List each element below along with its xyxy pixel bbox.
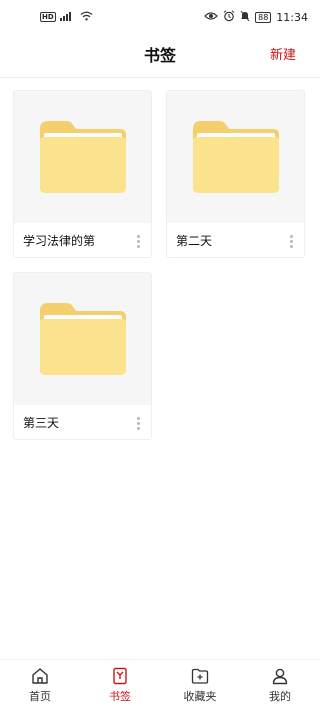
- battery-indicator: 88: [255, 11, 272, 23]
- folder-card[interactable]: 第三天: [13, 272, 152, 440]
- profile-icon: [271, 667, 289, 685]
- tab-label: 书签: [109, 690, 131, 703]
- more-options-icon[interactable]: [131, 231, 145, 251]
- folder-thumbnail: [167, 91, 304, 223]
- tab-bar: 首页 书签 收藏夹 我的: [0, 659, 320, 711]
- status-bar: HD 88 11:34: [0, 0, 320, 34]
- folder-icon: [192, 121, 279, 193]
- tab-profile[interactable]: 我的: [240, 660, 320, 711]
- alarm-icon: [223, 9, 235, 25]
- status-left: HD: [40, 11, 93, 24]
- home-icon: [31, 667, 49, 685]
- more-options-icon[interactable]: [284, 231, 298, 251]
- folder-icon: [39, 303, 126, 375]
- status-time: 11:34: [276, 10, 308, 24]
- header: 书签 新建: [0, 34, 320, 78]
- eye-icon: [204, 11, 218, 24]
- tab-label: 我的: [269, 690, 291, 703]
- folder-name: 学习法律的第: [23, 234, 96, 248]
- folder-card[interactable]: 第二天: [166, 90, 305, 258]
- tab-label: 收藏夹: [183, 690, 217, 703]
- tab-bookmarks[interactable]: 书签: [80, 660, 160, 711]
- status-right: 88 11:34: [204, 9, 308, 25]
- folder-thumbnail: [14, 91, 151, 223]
- folder-name: 第三天: [23, 416, 60, 430]
- folder-icon: [39, 121, 126, 193]
- folder-thumbnail: [14, 273, 151, 405]
- folder-card[interactable]: 学习法律的第: [13, 90, 152, 258]
- tab-home[interactable]: 首页: [0, 660, 80, 711]
- mute-icon: [240, 10, 250, 25]
- more-options-icon[interactable]: [131, 413, 145, 433]
- folder-name: 第二天: [176, 234, 213, 248]
- bookmark-icon: [111, 667, 129, 685]
- tab-collections[interactable]: 收藏夹: [160, 660, 240, 711]
- network-badge: HD: [40, 12, 56, 22]
- signal-icon: [59, 11, 76, 24]
- wifi-icon: [80, 11, 93, 24]
- tab-label: 首页: [29, 690, 51, 703]
- new-button[interactable]: 新建: [270, 34, 296, 78]
- collection-folder-icon: [191, 667, 209, 685]
